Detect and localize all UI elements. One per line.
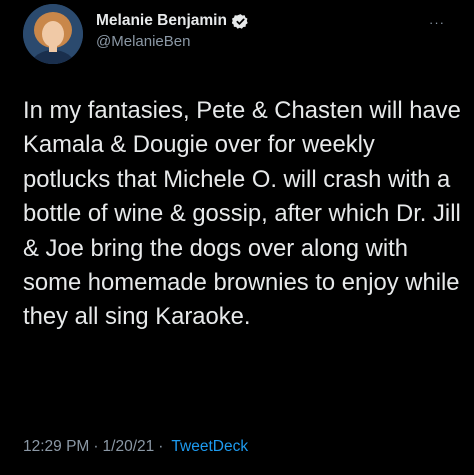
tweet-source-link[interactable]: TweetDeck — [171, 438, 248, 456]
meta-separator: · — [158, 438, 164, 455]
avatar[interactable] — [23, 4, 83, 64]
tweet-time[interactable]: 12:29 PM — [23, 438, 89, 456]
author-handle[interactable]: @MelanieBen — [96, 33, 249, 50]
tweet-header: Melanie Benjamin @MelanieBen — [23, 2, 453, 66]
verified-badge-icon — [231, 13, 249, 30]
tweet-text: In my fantasies, Pete & Chasten will hav… — [23, 97, 461, 331]
tweet-container: Melanie Benjamin @MelanieBen ··· In my f… — [0, 0, 474, 475]
name-row: Melanie Benjamin — [96, 12, 249, 30]
author-name[interactable]: Melanie Benjamin — [96, 12, 227, 30]
tweet-meta: 12:29 PM · 1/20/21 · TweetDeck — [23, 438, 248, 456]
meta-separator: · — [93, 438, 99, 455]
user-info: Melanie Benjamin @MelanieBen — [96, 12, 249, 50]
more-options-icon[interactable]: ··· — [424, 14, 450, 30]
tweet-date[interactable]: 1/20/21 — [103, 438, 155, 456]
